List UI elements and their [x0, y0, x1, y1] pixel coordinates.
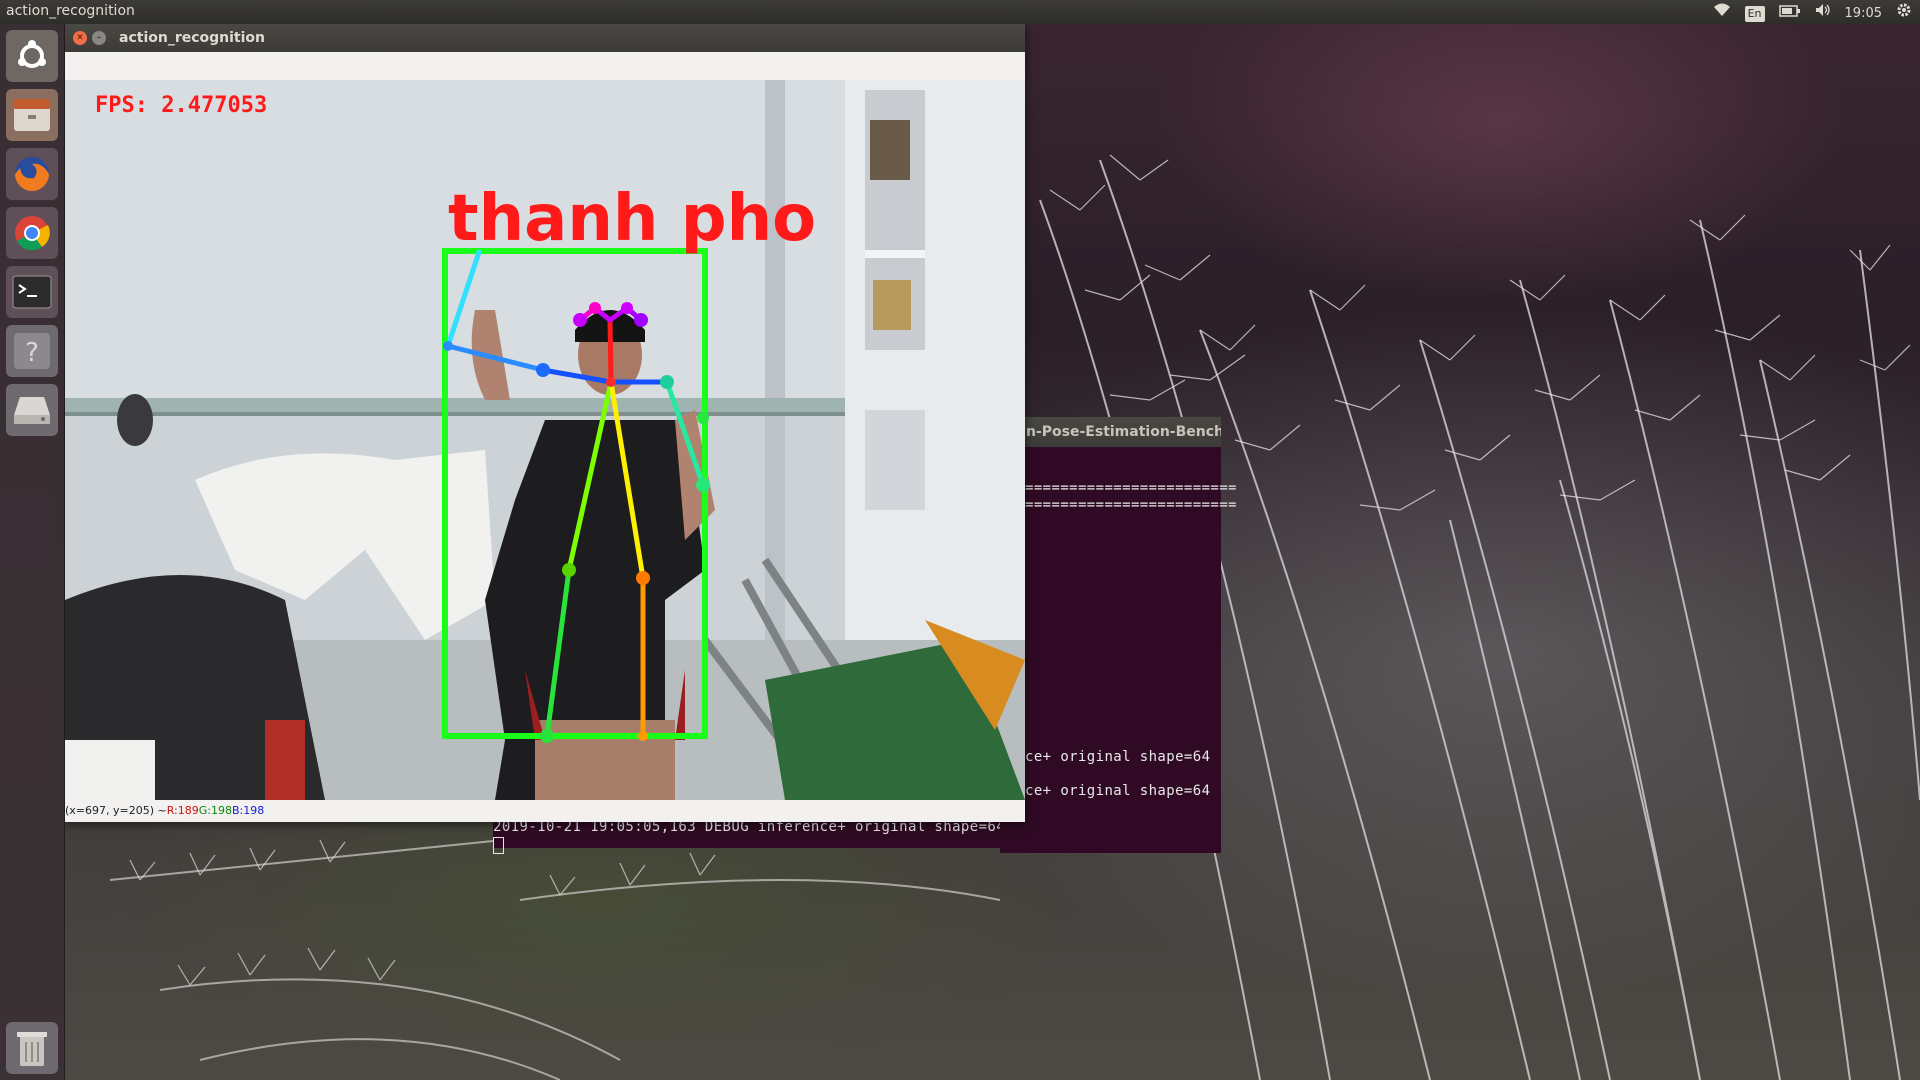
terminal-line: ========================: [1025, 480, 1237, 496]
pixel-blue-value: B:198: [231, 804, 265, 817]
camera-frame[interactable]: FPS: 2.477053 thanh pho: [65, 80, 1025, 800]
pixel-green-value: G:198: [198, 804, 232, 817]
firefox-icon[interactable]: [6, 148, 58, 200]
minimize-icon[interactable]: –: [92, 31, 106, 45]
window-titlebar[interactable]: ✕ – action_recognition: [65, 24, 1025, 52]
help-icon[interactable]: ?: [6, 325, 58, 377]
terminal-cursor: [493, 837, 504, 854]
terminal-line: ce+ original shape=64: [1025, 749, 1211, 765]
active-app-title: action_recognition: [6, 3, 135, 19]
language-indicator[interactable]: En: [1744, 5, 1765, 22]
window-toolbar: [65, 52, 1025, 81]
system-tray: En 19:05: [1713, 2, 1912, 25]
action-label: thanh pho: [448, 182, 816, 256]
gear-icon[interactable]: [1896, 2, 1912, 25]
terminal-line: ========================: [1025, 497, 1237, 513]
close-icon[interactable]: ✕: [73, 31, 87, 45]
drive-icon[interactable]: [6, 384, 58, 436]
trash-icon[interactable]: [6, 1022, 58, 1074]
clock[interactable]: 19:05: [1845, 4, 1882, 24]
action-recognition-window[interactable]: ✕ – action_recognition FPS: 2.477053 tha…: [65, 24, 1025, 822]
terminal-title: n-Pose-Estimation-Benchm: [1026, 424, 1221, 440]
pixel-red-value: R:189: [166, 804, 199, 817]
volume-icon[interactable]: [1815, 3, 1831, 24]
terminal-icon[interactable]: [6, 266, 58, 318]
window-title: action_recognition: [119, 30, 266, 46]
launcher: ?: [0, 24, 65, 1080]
terminal-line: ce+ original shape=64: [1025, 783, 1211, 799]
top-panel: action_recognition En 19:05: [0, 0, 1920, 24]
files-icon[interactable]: [6, 89, 58, 141]
pixel-status-bar: (x=697, y=205) ~ R:189G:198 B:198: [65, 800, 1025, 822]
fps-readout: FPS: 2.477053: [95, 93, 267, 118]
battery-icon[interactable]: [1778, 4, 1801, 24]
svg-text:?: ?: [25, 338, 39, 368]
cursor-coordinates: (x=697, y=205) ~: [65, 804, 167, 817]
terminal-titlebar[interactable]: n-Pose-Estimation-Benchm: [1000, 417, 1221, 447]
chrome-icon[interactable]: [6, 207, 58, 259]
terminal-window[interactable]: n-Pose-Estimation-Benchm ===============…: [1000, 417, 1236, 853]
ubuntu-logo-icon[interactable]: [6, 30, 58, 82]
wifi-icon[interactable]: [1713, 3, 1731, 24]
